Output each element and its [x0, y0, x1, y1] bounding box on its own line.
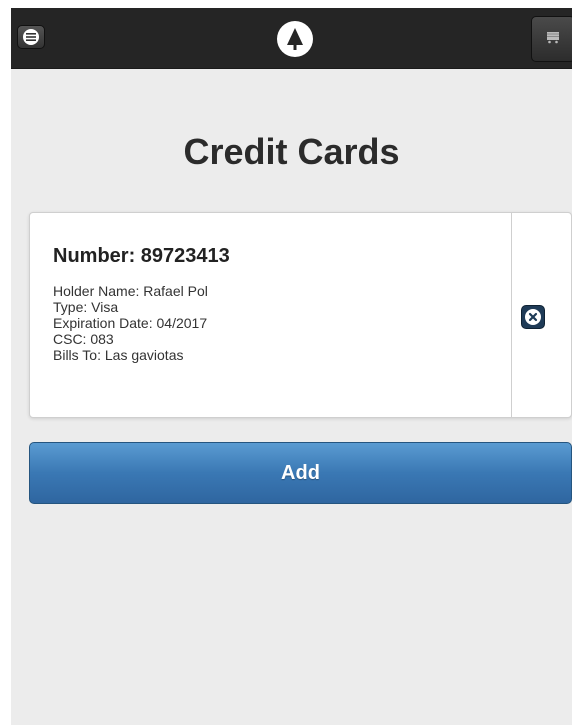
card-csc: CSC: 083 [53, 331, 114, 347]
cart-icon [546, 30, 560, 49]
card-holder-name: Holder Name: Rafael Pol [53, 283, 208, 299]
card-bills-to: Bills To: Las gaviotas [53, 347, 184, 363]
card-type: Type: Visa [53, 299, 119, 315]
add-card-button[interactable]: Add [29, 442, 572, 504]
close-icon [525, 309, 541, 325]
credit-card-info[interactable]: Number: 89723413 Holder Name: Rafael Pol… [30, 213, 512, 417]
delete-card-button[interactable] [521, 305, 545, 329]
app-header [11, 8, 572, 69]
tree-icon[interactable] [277, 21, 313, 57]
card-details: Holder Name: Rafael Pol Type: Visa Expir… [53, 283, 208, 363]
card-expiration-date: Expiration Date: 04/2017 [53, 315, 208, 331]
cart-button[interactable] [531, 16, 572, 62]
card-number: Number: 89723413 [53, 245, 230, 267]
app-container: Credit Cards Number: 89723413 Holder Nam… [11, 8, 572, 725]
credit-card-item: Number: 89723413 Holder Name: Rafael Pol… [29, 212, 572, 418]
page-title: Credit Cards [183, 131, 400, 172]
menu-icon [23, 29, 39, 45]
menu-button[interactable] [17, 25, 45, 49]
